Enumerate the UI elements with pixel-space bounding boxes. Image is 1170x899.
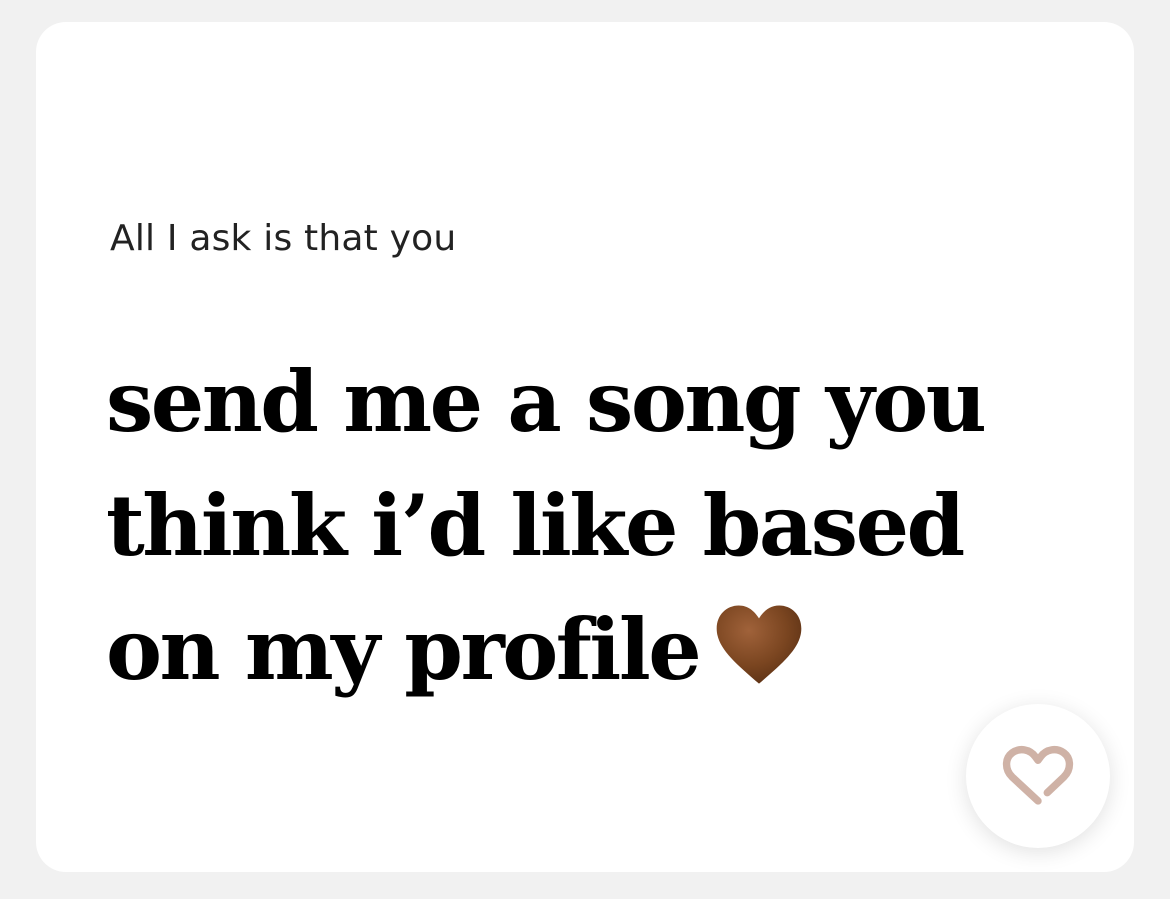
prompt-answer: send me a song you think i’d like based … [106,340,1066,712]
brown-heart-icon [716,605,802,684]
like-button[interactable] [966,704,1110,848]
prompt-question: All I ask is that you [110,218,457,259]
prompt-card: All I ask is that you send me a song you… [36,22,1134,872]
prompt-answer-text: send me a song you think i’d like based … [106,352,987,699]
heart-outline-icon [1002,745,1074,805]
